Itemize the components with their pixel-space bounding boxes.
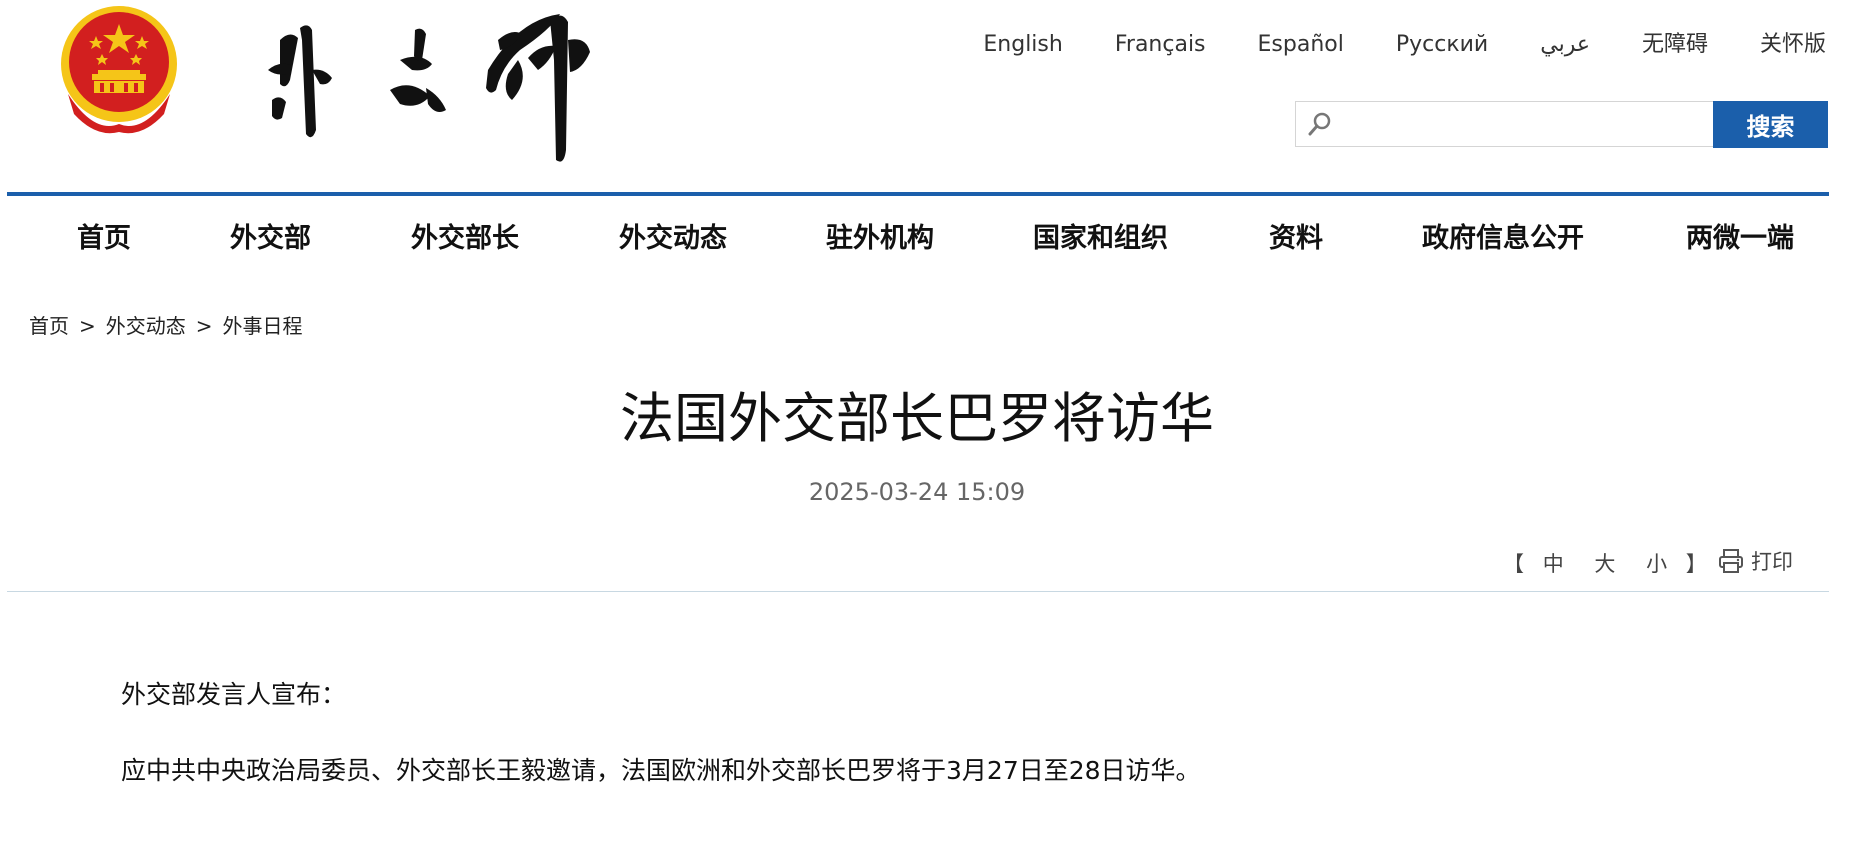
search-input[interactable] — [1338, 106, 1702, 144]
breadcrumb: 首页 > 外交动态 > 外事日程 — [29, 310, 303, 339]
printer-icon — [1719, 549, 1743, 573]
article-tools: 【 中 大 小 】 打印 — [1503, 548, 1793, 578]
nav-item-resources[interactable]: 资料 — [1269, 216, 1323, 255]
article-body: 外交部发言人宣布： 应中共中央政治局委员、外交部长王毅邀请，法国欧洲和外交部长巴… — [121, 678, 1201, 830]
breadcrumb-diplomatic-news[interactable]: 外交动态 — [106, 314, 186, 338]
breadcrumb-home[interactable]: 首页 — [29, 314, 69, 338]
ministry-calligraphy-logo[interactable] — [250, 0, 600, 180]
font-size-medium-button[interactable]: 中 — [1543, 552, 1564, 576]
lang-link-russian[interactable]: Русский — [1396, 30, 1488, 60]
nav-item-countries-orgs[interactable]: 国家和组织 — [1033, 216, 1168, 255]
nav-item-diplomatic-news[interactable]: 外交动态 — [619, 216, 727, 255]
nav-item-missions-abroad[interactable]: 驻外机构 — [826, 216, 934, 255]
accessibility-link[interactable]: 无障碍 — [1642, 30, 1708, 60]
font-size-bracket-open: 【 — [1503, 552, 1524, 576]
header: English Français Español Русский عربي 无障… — [0, 0, 1875, 200]
care-mode-link[interactable]: 关怀版 — [1760, 30, 1826, 60]
main-nav: 首页 外交部 外交部长 外交动态 驻外机构 国家和组织 资料 政府信息公开 两微… — [0, 196, 1875, 276]
breadcrumb-schedule[interactable]: 外事日程 — [223, 314, 303, 338]
language-bar: English Français Español Русский عربي 无障… — [983, 30, 1826, 60]
font-size-small-button[interactable]: 小 — [1646, 552, 1667, 576]
nav-item-home[interactable]: 首页 — [77, 216, 131, 255]
font-size-bracket-close: 】 — [1685, 552, 1707, 576]
national-emblem-icon[interactable] — [54, 4, 184, 138]
content-divider — [7, 591, 1829, 592]
breadcrumb-separator: > — [195, 314, 213, 338]
print-label: 打印 — [1751, 550, 1793, 574]
search-button[interactable]: 搜索 — [1713, 101, 1828, 148]
nav-item-gov-info[interactable]: 政府信息公开 — [1422, 216, 1584, 255]
font-size-large-button[interactable]: 大 — [1594, 552, 1615, 576]
article-date: 2025-03-24 15:09 — [808, 478, 1026, 506]
nav-item-social-media[interactable]: 两微一端 — [1686, 216, 1794, 255]
search-icon — [1308, 112, 1331, 136]
article-paragraph: 外交部发言人宣布： — [121, 680, 347, 709]
article-paragraph: 应中共中央政治局委员、外交部长王毅邀请，法国欧洲和外交部长巴罗将于3月27日至2… — [121, 756, 1201, 785]
nav-item-minister[interactable]: 外交部长 — [411, 216, 519, 255]
print-button[interactable]: 打印 — [1717, 546, 1817, 576]
lang-link-spanish[interactable]: Español — [1258, 30, 1344, 60]
search-box — [1295, 101, 1713, 147]
lang-link-arabic[interactable]: عربي — [1540, 30, 1590, 60]
lang-link-french[interactable]: Français — [1115, 30, 1206, 60]
breadcrumb-separator: > — [79, 314, 96, 338]
article-title: 法国外交部长巴罗将访华 — [620, 387, 1214, 450]
lang-link-english[interactable]: English — [983, 30, 1062, 60]
nav-item-ministry[interactable]: 外交部 — [230, 216, 311, 255]
